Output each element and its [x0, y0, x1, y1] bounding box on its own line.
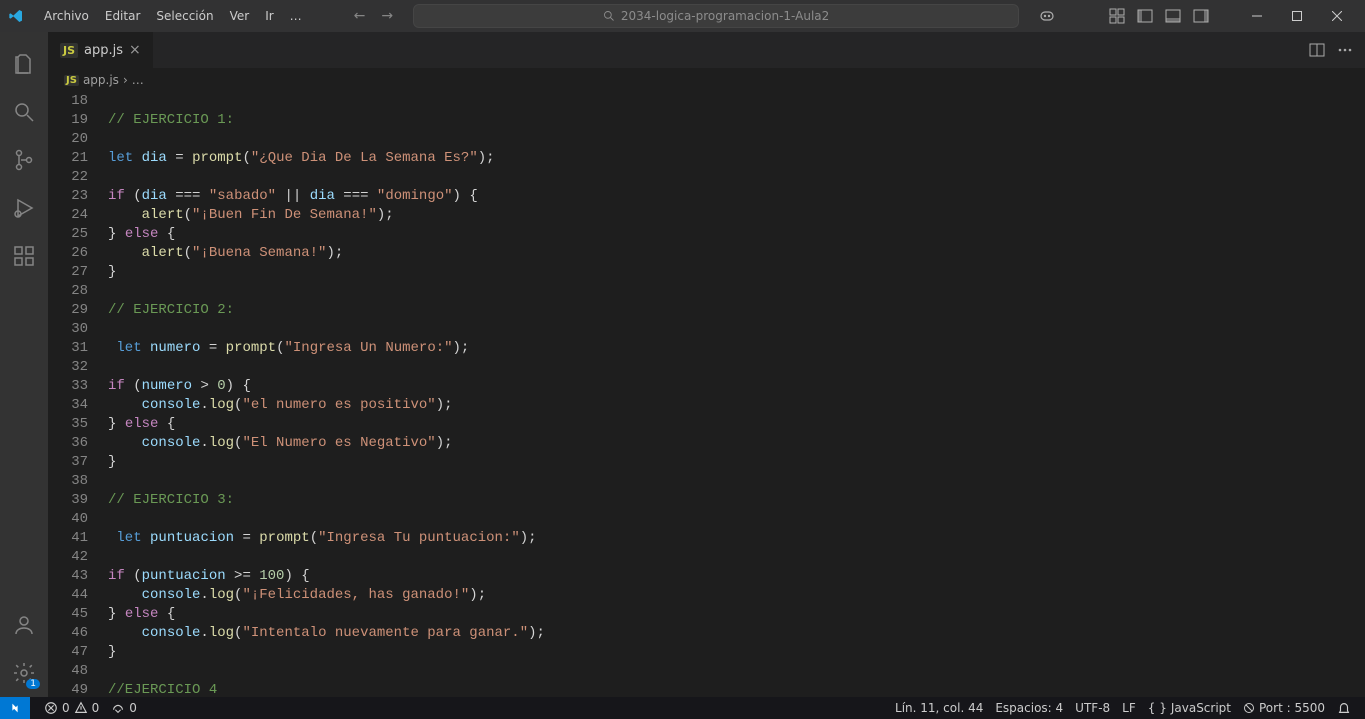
source-control-icon[interactable]	[0, 136, 48, 184]
statusbar: 0 0 0 Lín. 11, col. 44 Espacios: 4 UTF-8…	[0, 697, 1365, 719]
layout-sidebar-left-icon[interactable]	[1137, 8, 1153, 24]
main-area: 1 JS app.js × JS app.js › …	[0, 32, 1365, 697]
braces-icon: { }	[1148, 701, 1167, 715]
eol-status[interactable]: LF	[1116, 701, 1142, 715]
titlebar: ArchivoEditarSelecciónVerIr… ← → 2034-lo…	[0, 0, 1365, 32]
titlebar-right	[1039, 0, 1357, 32]
breadcrumb-more: …	[132, 73, 144, 87]
layout-grid-icon[interactable]	[1109, 8, 1125, 24]
cursor-position[interactable]: Lín. 11, col. 44	[889, 701, 989, 715]
copilot-icon[interactable]	[1039, 8, 1055, 24]
more-actions-icon[interactable]	[1337, 42, 1353, 58]
menu-item-ir[interactable]: Ir	[257, 5, 281, 27]
line-gutter: 18 19 20 21 22 23 24 25 26 27 28 29 30 3…	[48, 92, 108, 697]
menu-item-editar[interactable]: Editar	[97, 5, 149, 27]
nav-forward-icon[interactable]: →	[381, 8, 393, 24]
menu-item-archivo[interactable]: Archivo	[36, 5, 97, 27]
warnings-count: 0	[92, 701, 100, 715]
settings-gear-icon[interactable]: 1	[0, 649, 48, 697]
code-content[interactable]: // EJERCICIO 1: let dia = prompt("¿Que D…	[108, 92, 1365, 697]
tabs-bar: JS app.js ×	[48, 32, 1365, 68]
editor-actions	[1309, 32, 1365, 68]
tab-label: app.js	[84, 43, 123, 58]
problems-status[interactable]: 0 0	[38, 701, 105, 715]
menu-item-selección[interactable]: Selección	[148, 5, 221, 27]
menu-item-ver[interactable]: Ver	[222, 5, 258, 27]
command-center-text: 2034-logica-programacion-1-Aula2	[621, 9, 829, 23]
live-server-port[interactable]: Port : 5500	[1237, 701, 1331, 715]
accounts-icon[interactable]	[0, 601, 48, 649]
vscode-logo-icon	[8, 8, 24, 24]
editor-area: JS app.js × JS app.js › … 18 19 20 21 22…	[48, 32, 1365, 697]
search-icon	[603, 10, 615, 22]
nav-back-icon[interactable]: ←	[354, 8, 366, 24]
breadcrumbs[interactable]: JS app.js › …	[48, 68, 1365, 92]
minimize-button[interactable]	[1237, 0, 1277, 32]
encoding-status[interactable]: UTF-8	[1069, 701, 1116, 715]
broadcast-icon	[1243, 702, 1255, 714]
js-file-icon: JS	[64, 75, 79, 86]
search-activity-icon[interactable]	[0, 88, 48, 136]
menu: ArchivoEditarSelecciónVerIr…	[36, 5, 310, 27]
indentation-status[interactable]: Espacios: 4	[989, 701, 1069, 715]
settings-badge: 1	[26, 679, 40, 689]
run-debug-icon[interactable]	[0, 184, 48, 232]
extensions-icon[interactable]	[0, 232, 48, 280]
explorer-icon[interactable]	[0, 40, 48, 88]
command-center[interactable]: 2034-logica-programacion-1-Aula2	[413, 4, 1019, 28]
language-mode[interactable]: { } JavaScript	[1142, 701, 1237, 715]
ports-status[interactable]: 0	[105, 701, 143, 715]
activitybar: 1	[0, 32, 48, 697]
remote-indicator[interactable]	[0, 697, 30, 719]
js-file-icon: JS	[60, 43, 78, 58]
layout-sidebar-right-icon[interactable]	[1193, 8, 1209, 24]
layout-panel-icon[interactable]	[1165, 8, 1181, 24]
close-button[interactable]	[1317, 0, 1357, 32]
code-editor[interactable]: 18 19 20 21 22 23 24 25 26 27 28 29 30 3…	[48, 92, 1365, 697]
ports-count: 0	[129, 701, 137, 715]
errors-count: 0	[62, 701, 70, 715]
maximize-button[interactable]	[1277, 0, 1317, 32]
window-controls	[1237, 0, 1357, 32]
chevron-right-icon: ›	[123, 73, 128, 87]
menu-item-…[interactable]: …	[282, 5, 310, 27]
split-editor-icon[interactable]	[1309, 42, 1325, 58]
tab-app-js[interactable]: JS app.js ×	[48, 32, 154, 68]
close-icon[interactable]: ×	[129, 42, 141, 58]
nav-arrows: ← →	[354, 8, 393, 24]
notifications-icon[interactable]	[1331, 701, 1357, 715]
breadcrumb-file: app.js	[83, 73, 119, 87]
